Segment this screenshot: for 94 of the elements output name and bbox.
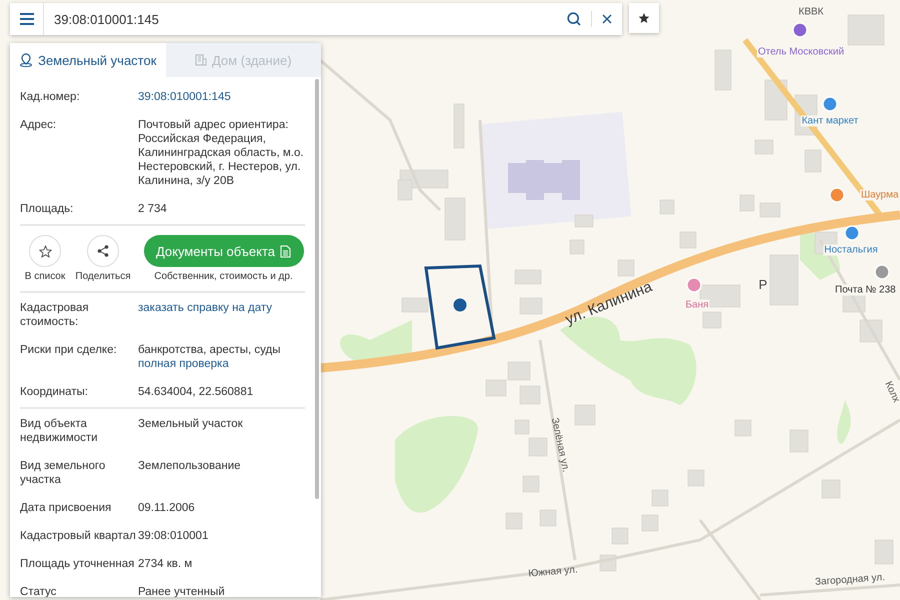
shop-icon[interactable] bbox=[844, 225, 860, 241]
shop-icon[interactable] bbox=[822, 96, 838, 112]
school-building bbox=[508, 160, 580, 200]
street-label: Загородная ул. bbox=[814, 572, 886, 588]
building bbox=[822, 480, 840, 498]
building bbox=[702, 312, 722, 328]
place-label[interactable]: Ностальгия bbox=[823, 244, 879, 256]
building bbox=[508, 362, 530, 380]
scrollbar[interactable] bbox=[315, 79, 319, 499]
field-value: 09.11.2006 bbox=[138, 501, 196, 515]
field-label: Координаты: bbox=[20, 385, 89, 399]
field-value: 54.634004, 22.560881 bbox=[138, 386, 254, 398]
search-field[interactable]: 39:08:010001:145 bbox=[10, 3, 622, 35]
full-check-link[interactable]: полная проверка bbox=[138, 357, 305, 371]
place-label[interactable]: Кант маркет bbox=[800, 116, 860, 126]
favorite-list-button[interactable] bbox=[29, 235, 61, 267]
building bbox=[522, 476, 540, 492]
field-label: Площадь: bbox=[20, 202, 74, 216]
parcel-outline[interactable] bbox=[424, 264, 496, 350]
star-icon bbox=[38, 244, 52, 258]
building bbox=[520, 298, 542, 314]
action-label: Поделиться bbox=[75, 271, 131, 282]
field-value: 39:08:010001 bbox=[138, 529, 210, 543]
building bbox=[734, 420, 752, 436]
building bbox=[660, 200, 674, 214]
building bbox=[680, 232, 696, 248]
field-label: Вид объекта недвижимости bbox=[20, 417, 99, 445]
building bbox=[574, 214, 594, 228]
cadastral-number-link[interactable]: 39:08:010001:145 bbox=[138, 90, 305, 104]
building bbox=[486, 380, 506, 396]
close-icon[interactable] bbox=[602, 14, 612, 24]
building bbox=[874, 540, 894, 564]
building bbox=[760, 202, 780, 218]
building bbox=[790, 430, 808, 452]
field-value: Землепользование bbox=[138, 459, 242, 474]
building bbox=[804, 150, 822, 172]
field-label: Площадь уточненная bbox=[20, 557, 136, 571]
building bbox=[402, 298, 428, 312]
menu-button[interactable] bbox=[10, 3, 44, 35]
menu-icon bbox=[20, 13, 34, 25]
share-icon bbox=[97, 245, 109, 257]
street-label: Южная ул. bbox=[528, 564, 578, 580]
building bbox=[540, 510, 556, 526]
building bbox=[506, 512, 522, 530]
building bbox=[454, 104, 464, 148]
building bbox=[514, 270, 542, 284]
field-label: Адрес: bbox=[20, 118, 58, 133]
favorite-button[interactable] bbox=[629, 3, 659, 33]
star-icon bbox=[638, 12, 650, 24]
building bbox=[642, 514, 658, 532]
building bbox=[770, 254, 798, 306]
field-value: 2 734 bbox=[138, 202, 168, 216]
hotel-icon[interactable] bbox=[792, 22, 808, 38]
place-label[interactable]: КВВК bbox=[798, 6, 824, 18]
map-pin-icon bbox=[19, 53, 34, 67]
field-label: Вид земельного участка bbox=[20, 459, 106, 487]
building bbox=[574, 404, 596, 426]
location-dot-icon bbox=[454, 298, 466, 312]
place-label[interactable]: Отель Московский bbox=[756, 46, 846, 58]
street-label: Колх bbox=[882, 380, 900, 404]
building bbox=[740, 194, 754, 212]
action-label: В список bbox=[24, 271, 66, 282]
document-icon bbox=[280, 244, 292, 258]
building bbox=[688, 470, 704, 486]
building bbox=[612, 528, 628, 544]
field-value: Земельный участок bbox=[138, 417, 244, 432]
documents-caption: Собственник, стоимость и др. bbox=[154, 271, 293, 282]
field-value: Почтовый адрес ориентира: Российская Федерация, Калининградская область, м.о. Нестеровский, г. Нестеров, ул. Калинина, з/у 20В bbox=[138, 118, 305, 188]
share-button[interactable] bbox=[87, 235, 119, 267]
field-label: Дата присвоения bbox=[20, 501, 112, 515]
building bbox=[514, 420, 530, 434]
building bbox=[848, 14, 884, 46]
field-value: 2734 кв. м bbox=[138, 557, 194, 571]
building bbox=[652, 490, 668, 506]
order-certificate-link[interactable]: заказать справку на дату bbox=[138, 301, 305, 329]
tab[interactable]: Земельный участок bbox=[10, 43, 166, 77]
field-label: Кадастровая стоимость: bbox=[20, 301, 90, 329]
building bbox=[444, 198, 466, 240]
building-icon bbox=[194, 54, 207, 66]
post-icon[interactable] bbox=[874, 264, 890, 280]
building bbox=[618, 260, 634, 276]
building bbox=[714, 50, 732, 90]
place-label[interactable]: Почта № 238 bbox=[834, 284, 897, 296]
building bbox=[528, 438, 548, 456]
search-icon[interactable] bbox=[567, 12, 581, 26]
building bbox=[520, 386, 540, 404]
field-label: Риски при сделке: bbox=[20, 343, 118, 358]
park-area bbox=[837, 400, 851, 444]
building bbox=[570, 240, 584, 254]
street-label: Зелёная ул. bbox=[548, 416, 572, 474]
field-value: банкротства, аресты, суды bbox=[138, 344, 281, 356]
field-label: Кадастровый квартал bbox=[20, 529, 137, 543]
building bbox=[754, 140, 774, 154]
field-label: Кад.номер: bbox=[20, 90, 81, 104]
